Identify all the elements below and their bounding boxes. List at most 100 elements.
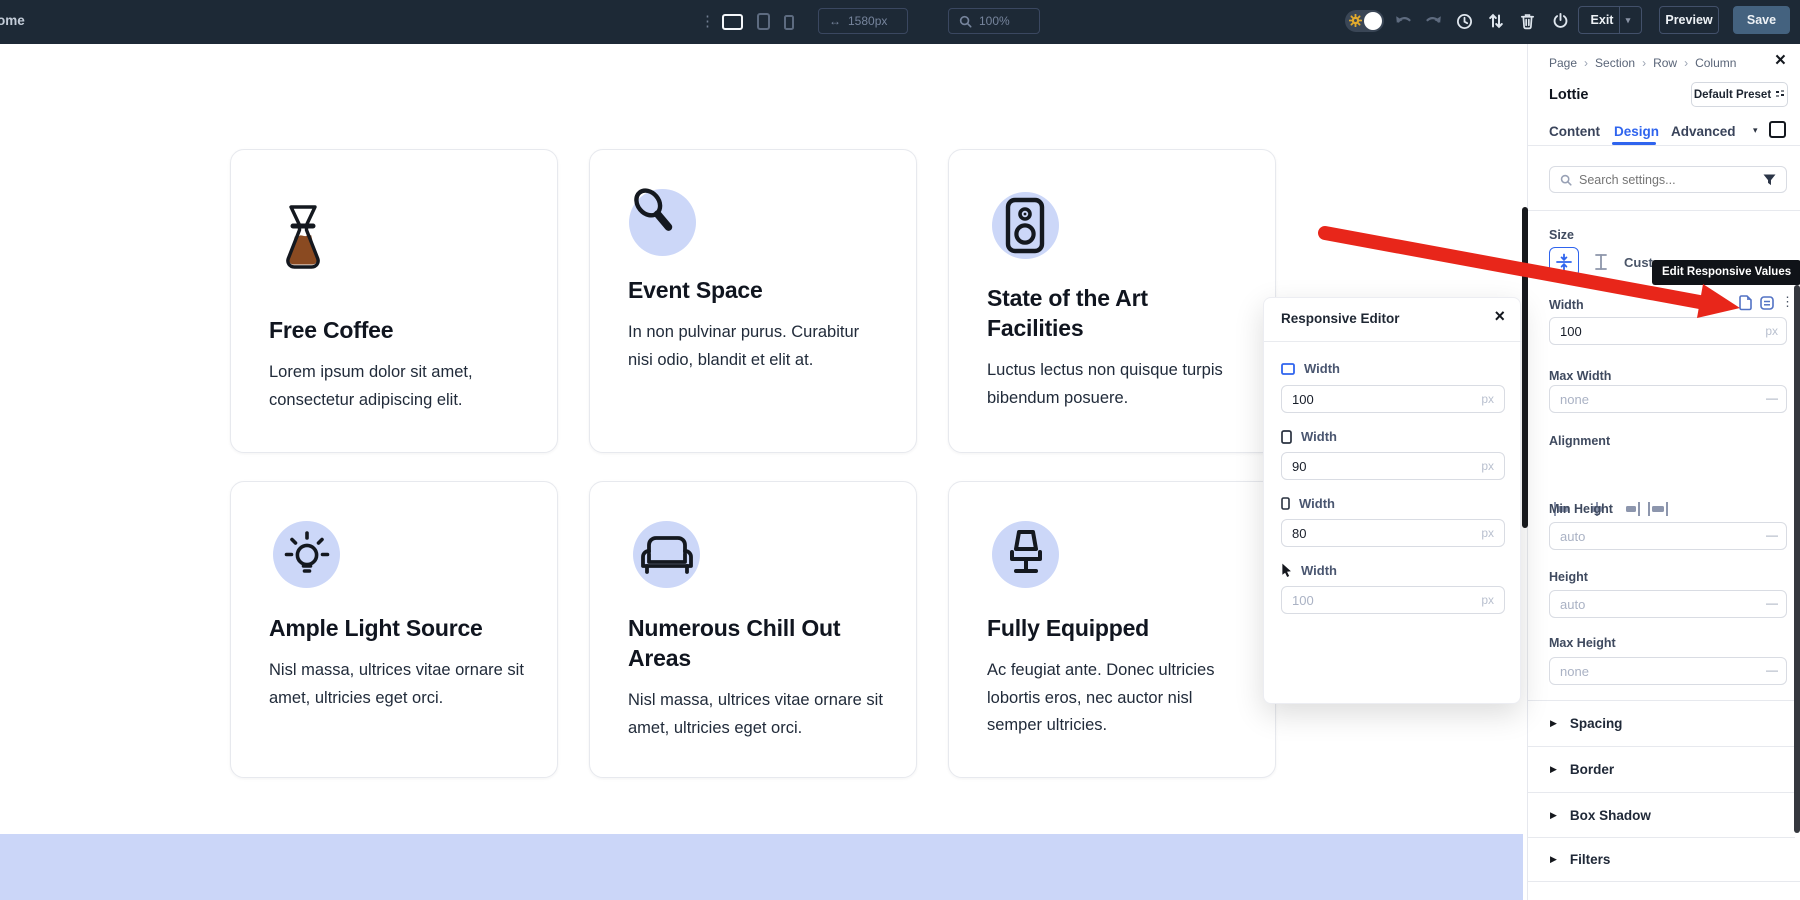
card-title: Numerous Chill Out Areas: [628, 613, 884, 673]
feature-card-fully-equipped[interactable]: Fully Equipped Ac feugiat ante. Donec ul…: [948, 481, 1276, 778]
search-settings-input[interactable]: [1579, 173, 1756, 187]
size-height-mode-button[interactable]: [1586, 247, 1616, 277]
breadcrumb-page[interactable]: Page: [1549, 56, 1577, 70]
card-title: State of the Art Facilities: [987, 283, 1243, 343]
viewport-width-value: 1580px: [848, 14, 887, 28]
card-body: Lorem ipsum dolor sit amet, consectetur …: [269, 359, 525, 414]
next-section-preview[interactable]: [0, 834, 1523, 900]
search-settings-field[interactable]: [1549, 166, 1787, 193]
exit-dropdown-caret[interactable]: ▾: [1619, 7, 1635, 33]
power-icon[interactable]: [1552, 12, 1569, 30]
undo-icon[interactable]: [1395, 14, 1413, 27]
zoom-level-value: 100%: [979, 14, 1010, 28]
tabs-overflow-caret[interactable]: ▾: [1753, 125, 1758, 136]
history-clock-icon[interactable]: [1456, 13, 1473, 30]
section-filters[interactable]: ▶ Filters: [1528, 837, 1795, 881]
align-stretch-icon[interactable]: [1647, 500, 1669, 518]
tab-design[interactable]: Design: [1614, 124, 1659, 139]
breakpoint-row-label: Width: [1281, 361, 1340, 376]
responsive-editor-popup: Responsive Editor × Width px Width px Wi…: [1263, 297, 1521, 704]
kebab-menu-icon[interactable]: ⋮: [700, 14, 715, 29]
zoom-level-input[interactable]: 100%: [948, 8, 1040, 34]
height-clear-dash: —: [1766, 596, 1778, 610]
section-spacing[interactable]: ▶ Spacing: [1528, 700, 1795, 746]
outline-box-icon[interactable]: [1769, 121, 1786, 138]
settings-toggle[interactable]: [1345, 10, 1384, 32]
card-body: Luctus lectus non quisque turpis bibendu…: [987, 357, 1243, 412]
tab-content[interactable]: Content: [1549, 124, 1600, 139]
chevron-right-icon: ▶: [1550, 718, 1557, 729]
edit-responsive-values-tooltip: Edit Responsive Values: [1652, 260, 1800, 285]
desktop-icon: [1281, 363, 1295, 375]
desktop-breakpoint-button[interactable]: [722, 14, 743, 30]
breakpoint-row-label: Width: [1281, 429, 1337, 444]
card-title: Event Space: [628, 275, 884, 305]
popup-close-icon[interactable]: ×: [1494, 306, 1505, 327]
phone-breakpoint-button[interactable]: [784, 15, 794, 30]
filter-funnel-icon[interactable]: [1763, 174, 1776, 186]
settings-panel: Page › Section › Row › Column × Lottie D…: [1527, 44, 1800, 900]
sort-arrows-icon[interactable]: [1488, 12, 1504, 30]
responsive-width-input-tablet[interactable]: [1281, 452, 1505, 480]
min-height-clear-dash: —: [1766, 528, 1778, 542]
card-title: Free Coffee: [269, 315, 525, 345]
responsive-width-input-desktop[interactable]: [1281, 385, 1505, 413]
min-height-label: Min Height: [1549, 502, 1613, 516]
width-options-kebab-icon[interactable]: ⋮: [1781, 294, 1794, 310]
breadcrumb-section[interactable]: Section: [1595, 56, 1635, 70]
card-title: Ample Light Source: [269, 613, 525, 643]
max-height-clear-dash: —: [1766, 663, 1778, 677]
height-label: Height: [1549, 570, 1588, 584]
breadcrumb-column[interactable]: Column: [1695, 56, 1736, 70]
max-height-input[interactable]: [1549, 657, 1787, 685]
section-box-shadow[interactable]: ▶ Box Shadow: [1528, 792, 1795, 837]
size-section-label: Size: [1549, 228, 1574, 242]
responsive-width-input-pointer[interactable]: [1281, 586, 1505, 614]
align-right-icon[interactable]: [1620, 500, 1642, 518]
tab-advanced[interactable]: Advanced: [1671, 124, 1736, 139]
section-border[interactable]: ▶ Border: [1528, 746, 1795, 792]
feature-card-facilities[interactable]: State of the Art Facilities Luctus lectu…: [948, 149, 1276, 453]
save-button[interactable]: Save: [1733, 6, 1790, 34]
max-width-input[interactable]: [1549, 385, 1787, 413]
feature-card-event-space[interactable]: Event Space In non pulvinar purus. Curab…: [589, 149, 917, 453]
speaker-icon: [1004, 197, 1048, 255]
panel-close-icon[interactable]: ×: [1775, 50, 1786, 72]
zoom-magnifier-icon: [959, 15, 972, 28]
trash-icon[interactable]: [1519, 12, 1536, 30]
width-unit: px: [1765, 324, 1778, 338]
exit-button[interactable]: Exit ▾: [1578, 6, 1642, 34]
responsive-values-icon[interactable]: [1760, 296, 1774, 310]
search-icon: [1560, 174, 1572, 186]
element-name: Lottie: [1549, 87, 1588, 103]
max-height-label: Max Height: [1549, 636, 1616, 650]
viewport-width-input[interactable]: ↔ 1580px: [818, 8, 908, 34]
feature-card-free-coffee[interactable]: Free Coffee Lorem ipsum dolor sit amet, …: [230, 149, 558, 453]
chevron-right-icon: ▶: [1550, 764, 1557, 775]
card-body: Ac feugiat ante. Donec ultricies loborti…: [987, 657, 1243, 740]
max-width-clear-dash: —: [1766, 391, 1778, 405]
feature-card-light-source[interactable]: Ample Light Source Nisl massa, ultrices …: [230, 481, 558, 778]
height-ibeam-icon: [1594, 253, 1608, 271]
card-title: Fully Equipped: [987, 613, 1243, 643]
alignment-label: Alignment: [1549, 434, 1610, 448]
default-preset-button[interactable]: Default Preset: [1691, 82, 1788, 107]
card-body: Nisl massa, ultrices vitae ornare sit am…: [628, 687, 884, 742]
preset-icon: [1776, 90, 1785, 99]
tablet-icon: [1281, 430, 1292, 444]
couch-icon: [638, 532, 696, 580]
width-input[interactable]: [1549, 317, 1787, 345]
preview-button[interactable]: Preview: [1659, 6, 1719, 34]
panel-scrollbar[interactable]: [1794, 285, 1800, 833]
min-height-input[interactable]: [1549, 522, 1787, 550]
tablet-breakpoint-button[interactable]: [757, 13, 770, 30]
responsive-width-input-phone[interactable]: [1281, 519, 1505, 547]
breadcrumb-row[interactable]: Row: [1653, 56, 1677, 70]
width-arrows-icon: ↔: [829, 14, 841, 28]
redo-icon[interactable]: [1424, 14, 1442, 27]
feature-card-chill-out[interactable]: Numerous Chill Out Areas Nisl massa, ult…: [589, 481, 917, 778]
size-width-mode-button[interactable]: [1549, 247, 1579, 277]
panel-resize-handle[interactable]: [1522, 207, 1528, 528]
height-input[interactable]: [1549, 590, 1787, 618]
copy-value-icon[interactable]: [1739, 295, 1753, 311]
